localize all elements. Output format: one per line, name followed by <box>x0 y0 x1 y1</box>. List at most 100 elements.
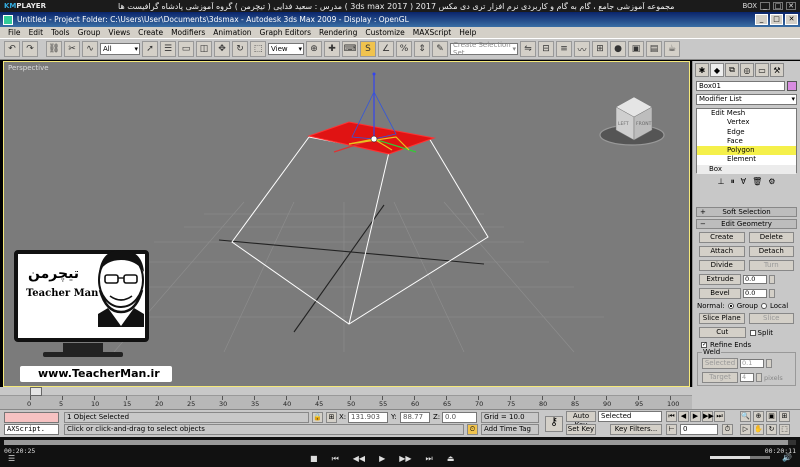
schematic-view-icon[interactable]: ⊞ <box>592 41 608 57</box>
delete-button[interactable]: Delete <box>748 232 794 243</box>
slice-plane-button[interactable]: Slice Plane <box>699 313 745 324</box>
local-radio[interactable] <box>761 303 767 309</box>
player-eject-icon[interactable]: ⏏ <box>447 454 455 464</box>
edit-named-selection-icon[interactable]: ✎ <box>432 41 448 57</box>
maxscript-mini-listener[interactable]: AXScript. <box>4 424 59 435</box>
field-of-view-icon[interactable]: ▷ <box>740 424 751 435</box>
y-coordinate-field[interactable]: 88.77 <box>400 412 430 423</box>
menu-tools[interactable]: Tools <box>47 28 73 37</box>
snaps-toggle-icon[interactable]: S <box>360 41 376 57</box>
select-rotate-icon[interactable]: ↻ <box>232 41 248 57</box>
select-link-icon[interactable]: ⛓ <box>46 41 62 57</box>
object-color-swatch[interactable] <box>787 81 797 91</box>
attach-button[interactable]: Attach <box>699 246 745 257</box>
z-coordinate-field[interactable]: 0.0 <box>442 412 477 423</box>
player-stop-icon[interactable]: ■ <box>310 454 318 464</box>
stack-item-element[interactable]: Element <box>697 155 796 164</box>
track-bar[interactable]: 0 5 10 15 20 25 30 35 40 45 50 55 60 65 70 75 80 85 90 95 10… <box>27 396 679 409</box>
turn-button[interactable]: Turn <box>748 260 794 271</box>
display-tab-icon[interactable]: ▭ <box>755 63 769 77</box>
object-name-field[interactable]: Box01 <box>696 81 785 91</box>
stack-item-edge[interactable]: Edge <box>697 128 796 137</box>
select-object-icon[interactable]: ➚ <box>142 41 158 57</box>
create-tab-icon[interactable]: ✱ <box>695 63 709 77</box>
menu-file[interactable]: File <box>4 28 25 37</box>
spinner-snap-icon[interactable]: ⇕ <box>414 41 430 57</box>
stack-item-box[interactable]: Box <box>697 164 796 175</box>
menu-group[interactable]: Group <box>74 28 105 37</box>
window-crossing-icon[interactable]: ◫ <box>196 41 212 57</box>
menu-edit[interactable]: Edit <box>25 28 48 37</box>
reference-coordinate-dropdown[interactable]: View <box>268 43 304 55</box>
cut-button[interactable]: Cut <box>699 327 746 338</box>
current-frame-field[interactable]: 0 <box>680 424 718 435</box>
previous-frame-icon[interactable]: ◀ <box>678 411 689 422</box>
view-cube[interactable]: LEFT FRONT <box>599 96 665 146</box>
render-setup-icon[interactable]: ▣ <box>628 41 644 57</box>
player-next-icon[interactable]: ⏭ <box>426 454 433 464</box>
go-to-start-icon[interactable]: ⏮ <box>666 411 677 422</box>
go-to-end-icon[interactable]: ⏭ <box>714 411 725 422</box>
rectangle-selection-icon[interactable]: ▭ <box>178 41 194 57</box>
extrude-button[interactable]: Extrude <box>699 274 741 285</box>
select-manipulate-icon[interactable]: ✚ <box>324 41 340 57</box>
selection-filter-dropdown[interactable]: All <box>100 43 140 55</box>
lock-selection-icon[interactable]: 🔒 <box>312 412 323 423</box>
close-icon[interactable]: ✕ <box>786 2 796 10</box>
zoom-icon[interactable]: 🔍 <box>740 411 751 422</box>
hierarchy-tab-icon[interactable]: ⧉ <box>725 63 739 77</box>
stack-item-edit-mesh[interactable]: Edit Mesh <box>697 109 796 118</box>
bevel-button[interactable]: Bevel <box>699 288 741 299</box>
maxscript-listener-pink[interactable] <box>4 412 59 423</box>
undo-icon[interactable]: ↶ <box>4 41 20 57</box>
show-end-result-icon[interactable]: ⏸ <box>731 177 735 187</box>
player-play-icon[interactable]: ▶ <box>379 454 385 464</box>
weld-target-spinner[interactable] <box>756 373 762 382</box>
modifier-list-dropdown[interactable]: Modifier List <box>696 94 797 105</box>
quick-render-icon[interactable]: ☕ <box>664 41 680 57</box>
window-minimize-button[interactable]: _ <box>755 14 768 25</box>
volume-slider[interactable] <box>710 456 770 459</box>
weld-selected-button[interactable]: Selected <box>702 358 738 369</box>
stack-item-face[interactable]: Face <box>697 137 796 146</box>
play-icon[interactable]: ▶ <box>690 411 701 422</box>
layer-manager-icon[interactable]: ≡ <box>556 41 572 57</box>
stack-item-vertex[interactable]: Vertex <box>697 118 796 127</box>
extrude-spinner[interactable] <box>769 275 775 284</box>
maximize-viewport-icon[interactable]: ⬚ <box>779 424 790 435</box>
time-configuration-icon[interactable]: ⏱ <box>722 424 733 435</box>
time-slider[interactable] <box>0 387 692 396</box>
weld-target-pixels-field[interactable]: 4 <box>740 373 754 382</box>
select-scale-icon[interactable]: ⬚ <box>250 41 266 57</box>
window-maximize-button[interactable]: □ <box>770 14 783 25</box>
absolute-mode-icon[interactable]: ⊞ <box>326 412 337 423</box>
time-tag-icon[interactable]: ⏲ <box>467 424 478 435</box>
curve-editor-icon[interactable]: 〰 <box>574 41 590 57</box>
auto-key-button[interactable]: Auto Key <box>566 411 596 429</box>
pin-stack-icon[interactable]: ⊥ <box>718 177 725 187</box>
time-slider-knob[interactable] <box>30 387 42 396</box>
maximize-icon[interactable]: □ <box>773 2 783 10</box>
weld-threshold-spinner[interactable] <box>766 359 772 368</box>
bind-space-warp-icon[interactable]: ∿ <box>82 41 98 57</box>
redo-icon[interactable]: ↷ <box>22 41 38 57</box>
stack-item-polygon[interactable]: Polygon <box>697 146 796 156</box>
utilities-tab-icon[interactable]: ⚒ <box>770 63 784 77</box>
motion-tab-icon[interactable]: ◎ <box>740 63 754 77</box>
menu-animation[interactable]: Animation <box>209 28 255 37</box>
bevel-amount-field[interactable]: 0.0 <box>743 289 767 298</box>
set-key-button[interactable]: Set Key <box>566 424 596 435</box>
select-move-icon[interactable]: ✥ <box>214 41 230 57</box>
soft-selection-rollout[interactable]: + Soft Selection <box>696 207 797 217</box>
modify-tab-icon[interactable]: ◆ <box>710 63 724 77</box>
extrude-amount-field[interactable]: 0.0 <box>743 275 767 284</box>
material-editor-icon[interactable]: ● <box>610 41 626 57</box>
create-button[interactable]: Create <box>699 232 745 243</box>
menu-modifiers[interactable]: Modifiers <box>167 28 209 37</box>
remove-modifier-icon[interactable]: 🗑 <box>752 177 762 187</box>
percent-snap-icon[interactable]: % <box>396 41 412 57</box>
player-forward-icon[interactable]: ▶▶ <box>399 454 411 464</box>
menu-maxscript[interactable]: MAXScript <box>409 28 456 37</box>
menu-help[interactable]: Help <box>455 28 480 37</box>
mirror-icon[interactable]: ⇋ <box>520 41 536 57</box>
